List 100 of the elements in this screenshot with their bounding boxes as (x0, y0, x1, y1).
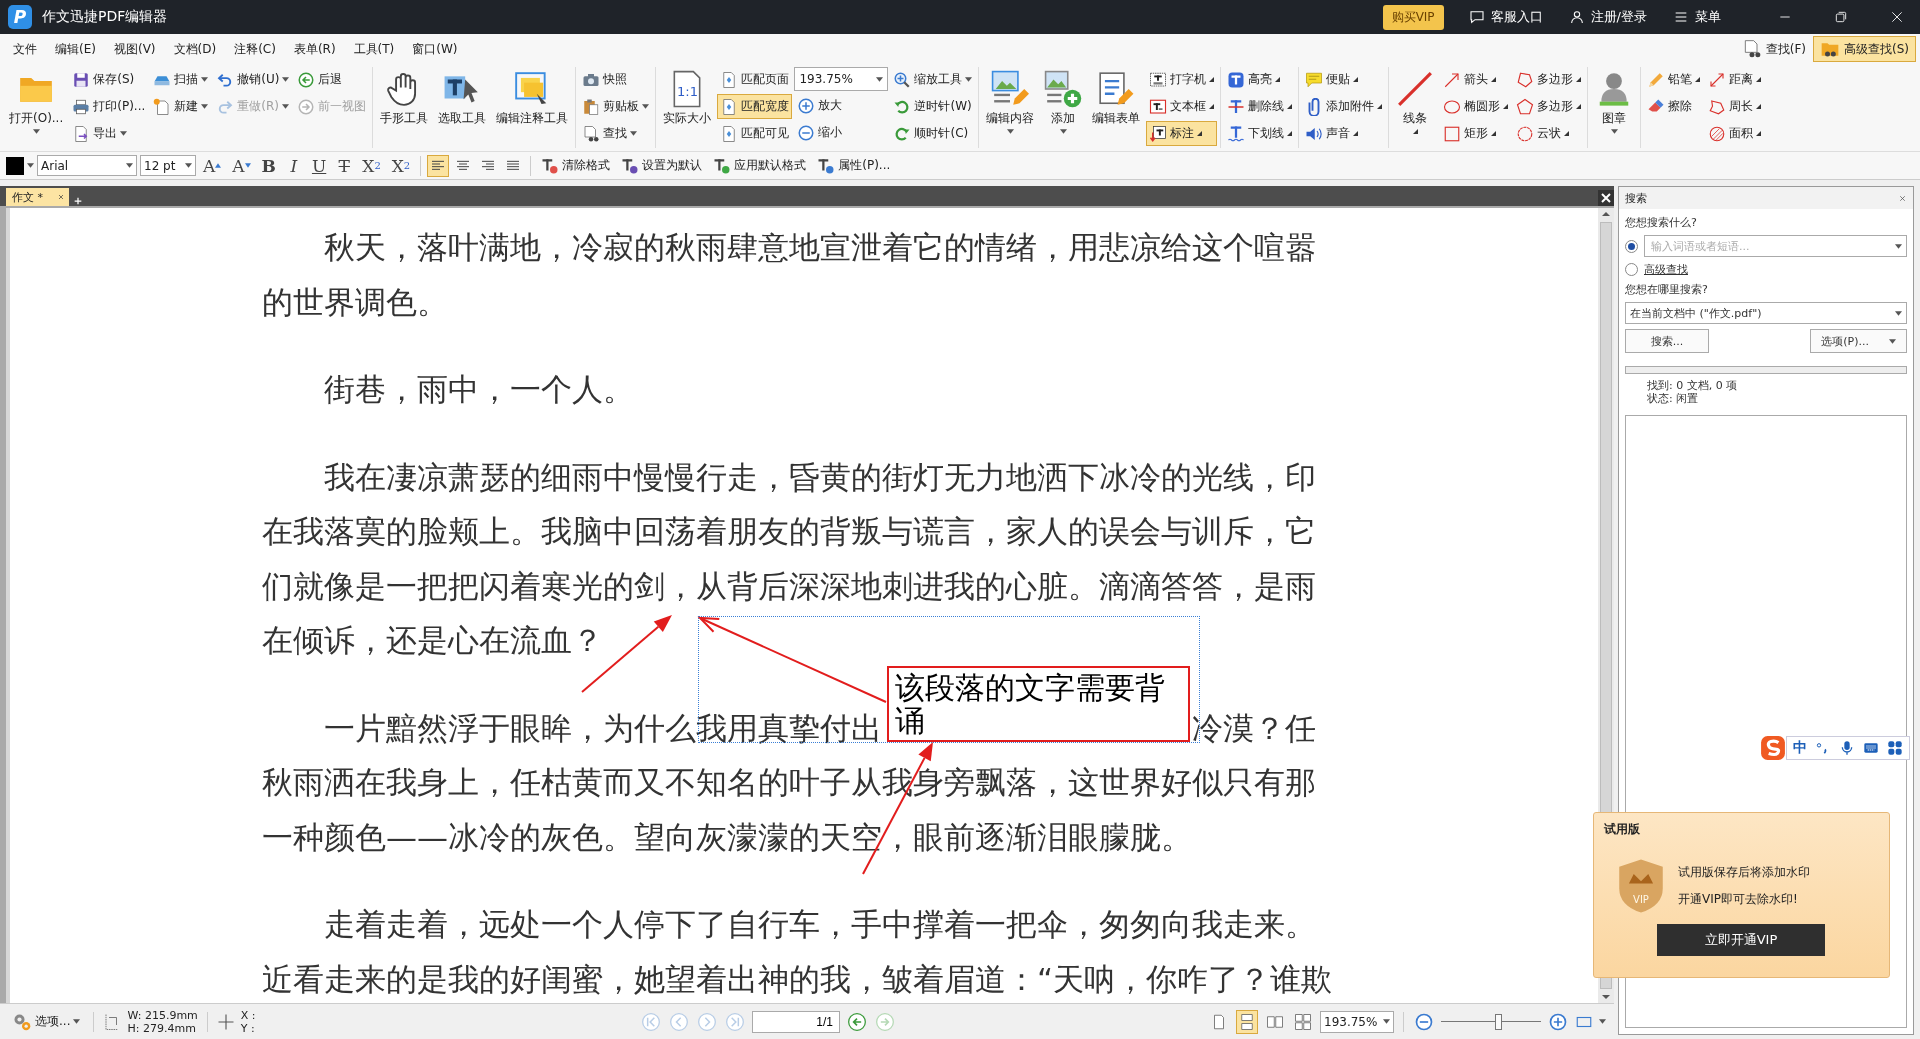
activate-vip-button[interactable]: 立即开通VIP (1657, 924, 1825, 956)
menu-item[interactable]: 注释(C) (225, 36, 285, 62)
clear-format-button[interactable]: 清除格式 (537, 154, 615, 177)
polygon-button[interactable]: 多边形 (1513, 94, 1585, 119)
distance-button[interactable]: 距离 (1705, 67, 1765, 92)
strikethrough-button[interactable]: T (333, 154, 356, 177)
rotate-left-button[interactable]: 逆时针(W) (890, 94, 976, 119)
polygon-button[interactable]: 多边形 (1513, 67, 1585, 92)
eraser-button[interactable]: 擦除 (1644, 94, 1704, 119)
menu-item[interactable]: 文件 (4, 36, 46, 62)
shrink-font-button[interactable]: A (228, 154, 255, 177)
underline-button[interactable]: 下划线 (1224, 121, 1296, 146)
caret-icon (73, 1019, 81, 1024)
options-button[interactable]: 选项(P)... (1810, 329, 1907, 353)
text-box-button[interactable]: 文本框 (1146, 94, 1218, 119)
scan-button[interactable]: 扫描 (150, 67, 212, 92)
set-default-button[interactable]: 设置为默认 (617, 154, 707, 177)
line-button[interactable]: 线条 (1392, 67, 1439, 148)
menu-button[interactable]: 菜单 (1672, 7, 1722, 27)
radio-button[interactable] (1625, 263, 1638, 276)
rectangle-button[interactable]: 矩形 (1440, 121, 1512, 146)
close-icon (1598, 190, 1614, 206)
area-button[interactable]: 面积 (1705, 121, 1765, 146)
new-button[interactable]: 新建 (150, 94, 212, 119)
zoom-slider[interactable] (1441, 1011, 1541, 1032)
menu-item[interactable]: 工具(T) (344, 36, 404, 62)
perimeter-button[interactable]: 周长 (1705, 94, 1765, 119)
save-button[interactable]: 保存(S) (69, 67, 149, 92)
find-button[interactable]: 查找 (579, 121, 653, 146)
bold-button[interactable]: B (257, 154, 280, 177)
underline-button[interactable]: U (307, 154, 331, 177)
select-tool-button[interactable]: 选取工具 (434, 67, 491, 148)
callout-annotation[interactable]: 该段落的文字需要背诵 (887, 666, 1190, 742)
find-button[interactable]: 查找(F) (1734, 36, 1813, 62)
slider-thumb[interactable] (1495, 1013, 1502, 1030)
edit-content-button[interactable]: 编辑内容 (982, 67, 1039, 148)
buy-vip-button[interactable]: 购买VIP (1382, 4, 1444, 30)
support-link[interactable]: 客服入口 (1467, 7, 1544, 27)
callout-button[interactable]: 标注 (1146, 121, 1218, 146)
ime-toolbar[interactable]: 中 (1786, 736, 1910, 760)
continuous-page-button[interactable] (1236, 1009, 1258, 1034)
zoom-tool-button[interactable]: 缩放工具 (890, 67, 976, 92)
undo-button[interactable]: 撤销(U) (213, 67, 293, 92)
rotate-right-button[interactable]: 顺时针(C) (890, 121, 976, 146)
search-combo[interactable]: 输入词语或者短语... (1644, 235, 1907, 257)
sticky-note-button[interactable]: 便贴 (1302, 67, 1386, 92)
scope-dropdown[interactable]: 在当前文档中 ("作文.pdf") (1625, 302, 1907, 324)
print-button[interactable]: 打印(P)... (69, 94, 149, 119)
search-field[interactable]: 输入词语或者短语... (1649, 238, 1895, 254)
login-link[interactable]: 注册/登录 (1567, 7, 1648, 27)
export-button[interactable]: 导出 (69, 121, 149, 146)
menu-item[interactable]: 窗口(W) (403, 36, 467, 62)
cloud-button[interactable]: 云状 (1513, 121, 1585, 146)
typewriter-button[interactable]: 打字机 (1146, 67, 1218, 92)
actual-size-button[interactable]: 1:1 实际大小 (659, 67, 716, 148)
zoom-combo[interactable]: 193.75% (1320, 1010, 1394, 1033)
font-combo[interactable]: Arial (37, 155, 137, 176)
search-button[interactable]: 搜索... (1625, 329, 1709, 353)
edit-annotation-tool-button[interactable]: 编辑注释工具 (492, 67, 573, 148)
zoom-out-button[interactable]: 缩小 (794, 120, 889, 145)
advanced-search-link[interactable]: 高级查找 (1644, 262, 1688, 277)
arrow-button[interactable]: 箭头 (1440, 67, 1512, 92)
menu-item[interactable]: 编辑(E) (46, 36, 105, 62)
attach-file-button[interactable]: 添加附件 (1302, 94, 1386, 119)
font-size-combo[interactable]: 12 pt (140, 155, 196, 176)
options-button[interactable]: 选项... (8, 1010, 85, 1033)
sound-button[interactable]: 声音 (1302, 121, 1386, 146)
grow-font-button[interactable]: A (199, 154, 226, 177)
superscript-button[interactable]: X$^{2}$ (387, 154, 415, 177)
snapshot-button[interactable]: 快照 (579, 67, 653, 92)
align-left-button[interactable] (427, 154, 450, 177)
pencil-button[interactable]: 铅笔 (1644, 67, 1704, 92)
edit-form-button[interactable]: 编辑表单 (1088, 67, 1145, 148)
clipboard-button[interactable]: 剪贴板 (579, 94, 653, 119)
ime-mode-text[interactable]: 中 (1793, 739, 1807, 757)
fit-visible-button[interactable]: 匹配可见 (717, 121, 793, 146)
stamp-button[interactable]: 图章 (1591, 67, 1638, 148)
zoom-combo[interactable]: 193.75% (794, 67, 889, 91)
page-number-field[interactable]: 1/1 (752, 1010, 840, 1033)
fit-page-button[interactable]: 匹配页面 (717, 67, 793, 92)
highlight-button[interactable]: 高亮 (1224, 67, 1296, 92)
advanced-find-button[interactable]: 高级查找(S) (1813, 36, 1916, 62)
italic-button[interactable]: I (282, 154, 305, 177)
text-color-swatch[interactable] (6, 156, 24, 175)
open-button[interactable]: 打开(O)... (5, 67, 68, 148)
back-button[interactable] (846, 1010, 868, 1033)
radio-button[interactable] (1625, 239, 1638, 253)
ellipse-button[interactable]: 椭圆形 (1440, 94, 1512, 119)
document-tab[interactable]: 作文 * (6, 188, 69, 206)
hand-tool-button[interactable]: 手形工具 (376, 67, 433, 148)
apply-default-format-button[interactable]: 应用默认格式 (709, 154, 811, 177)
add-button[interactable]: 添加 (1040, 67, 1087, 148)
menu-item[interactable]: 表单(R) (284, 36, 345, 62)
strikethrough-button[interactable]: 删除线 (1224, 94, 1296, 119)
menu-item[interactable]: 文档(D) (164, 36, 226, 62)
back-button[interactable]: 后退 (294, 67, 370, 92)
fit-width-button[interactable]: 匹配宽度 (717, 94, 793, 119)
menu-item[interactable]: 视图(V) (104, 36, 165, 62)
zoom-in-button[interactable]: 放大 (794, 93, 889, 118)
properties-button[interactable]: 属性(P)... (813, 154, 895, 177)
